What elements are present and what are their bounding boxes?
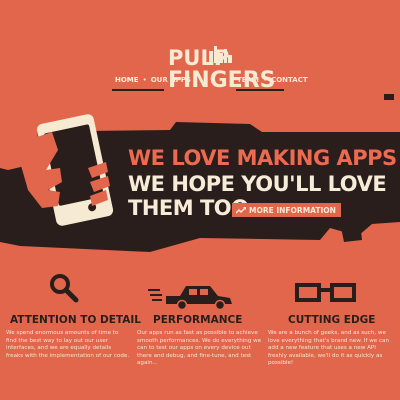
- feature-title: ATTENTION TO DETAIL: [10, 314, 141, 326]
- nav-left-underline: [112, 89, 164, 91]
- feature-title: PERFORMANCE: [153, 314, 243, 326]
- nav-left: Home • Our Apps: [114, 74, 192, 86]
- nav-home-link[interactable]: Home: [114, 76, 140, 84]
- nav-right-underline: [236, 89, 284, 91]
- nav-contact-link[interactable]: Contact: [270, 76, 309, 84]
- nav-separator: •: [262, 76, 268, 84]
- feature-description: We are a bunch of geeks, and as such, we…: [268, 330, 390, 367]
- more-information-label: MORE INFORMATION: [249, 205, 336, 215]
- car-icon: [148, 286, 232, 310]
- nav-right: Team • Contact: [236, 74, 309, 86]
- feature-title: CUTTING EDGE: [288, 314, 376, 326]
- nav-separator: •: [142, 76, 147, 84]
- magnifying-glass-icon: [50, 274, 79, 303]
- page: PULP FINGERS Home • Our Apps Team • Cont…: [0, 0, 400, 400]
- nav-our-apps-link[interactable]: Our Apps: [150, 76, 192, 84]
- glasses-icon: [295, 283, 356, 302]
- city-skyline-icon: [209, 46, 232, 63]
- trend-arrow-icon: [236, 207, 246, 214]
- more-information-button[interactable]: MORE INFORMATION: [232, 203, 341, 217]
- hero-heading-1: WE LOVE MAKING APPS: [128, 146, 397, 170]
- nav-team-link[interactable]: Team: [236, 76, 260, 84]
- feature-description: We spend enormous amounts of time to fin…: [6, 330, 130, 359]
- hand-holding-phone-icon: [0, 114, 114, 226]
- hero-heading-3: THEM TOO: [128, 196, 249, 220]
- feature-description: Our apps run as fast as possible to achi…: [137, 330, 262, 367]
- corner-tab[interactable]: [384, 94, 394, 100]
- hero-heading-2: WE HOPE YOU'LL LOVE: [128, 172, 387, 196]
